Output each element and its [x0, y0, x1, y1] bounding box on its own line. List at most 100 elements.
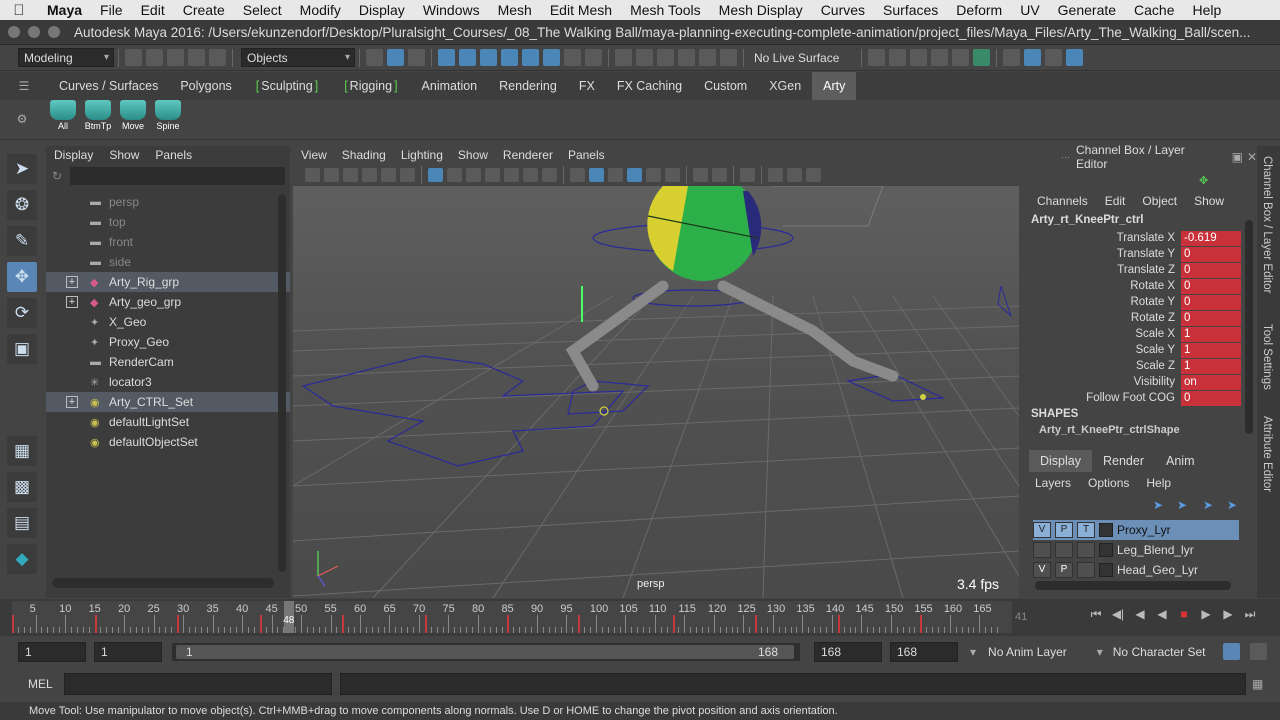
animation-preferences-icon[interactable]: [1250, 643, 1268, 660]
outliner-item[interactable]: ✳ locator3: [46, 372, 290, 392]
xray-active-icon[interactable]: [787, 168, 802, 182]
outliner-item[interactable]: ▬ RenderCam: [46, 352, 290, 372]
layer-toggle-p[interactable]: P: [1055, 522, 1073, 538]
outliner-item[interactable]: + ◆ Arty_geo_grp: [46, 292, 290, 312]
play-forwards-icon[interactable]: ▶: [1195, 607, 1217, 625]
shelf-tab-rendering[interactable]: Rendering: [488, 72, 568, 100]
step-back-key-icon[interactable]: ◀: [1129, 607, 1151, 625]
layer-tab-render[interactable]: Render: [1092, 450, 1155, 472]
layer-tab-anim[interactable]: Anim: [1155, 450, 1205, 472]
channel-value[interactable]: 0: [1181, 246, 1241, 262]
shelf-tab-xgen[interactable]: XGen: [758, 72, 812, 100]
paint-select-tool-icon[interactable]: ✎: [7, 226, 37, 256]
character-set-label[interactable]: No Character Set: [1113, 645, 1206, 659]
outliner-item[interactable]: ◉ defaultLightSet: [46, 412, 290, 432]
safe-title-icon[interactable]: [542, 168, 557, 182]
mac-menu-help[interactable]: Help: [1184, 2, 1231, 18]
mac-menu-file[interactable]: File: [91, 2, 132, 18]
outliner-item[interactable]: + ◆ Arty_Rig_grp: [46, 272, 290, 292]
shelf-tab-rigging[interactable]: [Rigging]: [331, 72, 410, 100]
screen-space-ao-icon[interactable]: [693, 168, 708, 182]
outliner-item[interactable]: ◉ defaultObjectSet: [46, 432, 290, 452]
channel-value[interactable]: on: [1181, 374, 1241, 390]
layer-row[interactable]: Leg_Blend_lyr: [1033, 540, 1239, 560]
channel-value[interactable]: 0: [1181, 278, 1241, 294]
outliner-menu-show[interactable]: Show: [109, 148, 139, 162]
channel-value[interactable]: 0: [1181, 262, 1241, 278]
mac-menu-select[interactable]: Select: [234, 2, 291, 18]
grid-icon[interactable]: [428, 168, 443, 182]
time-ruler[interactable]: 5 10 15 20 25 30 35 40 45 50 55 60 65 70 75 80 85 90 95 100…: [12, 601, 1012, 633]
motion-blur-icon[interactable]: [712, 168, 727, 182]
select-tool-icon[interactable]: ➤: [7, 154, 37, 184]
channel-row[interactable]: Translate Y 0: [1021, 246, 1257, 262]
mac-menu-generate[interactable]: Generate: [1049, 2, 1125, 18]
image-plane-icon[interactable]: [362, 168, 377, 182]
animation-end-field[interactable]: 168: [890, 641, 958, 662]
move-layer-up-icon[interactable]: ➤: [1153, 498, 1163, 512]
grease-pencil-icon[interactable]: [400, 168, 415, 182]
minimize-window-icon[interactable]: [28, 26, 40, 38]
channel-row[interactable]: Scale Z 1: [1021, 358, 1257, 374]
animation-start-field[interactable]: 1: [18, 641, 86, 662]
layer-color-swatch[interactable]: [1099, 543, 1113, 557]
outliner-item[interactable]: ✦ Proxy_Geo: [46, 332, 290, 352]
render-setup-icon[interactable]: [973, 49, 991, 66]
zoom-window-icon[interactable]: [48, 26, 60, 38]
channel-menu-object[interactable]: Object: [1142, 194, 1177, 208]
mode-dropdown[interactable]: Modeling: [18, 48, 114, 67]
snap-point-icon[interactable]: [657, 49, 674, 66]
layer-toggle-v[interactable]: V: [1033, 522, 1051, 538]
mask-deformers-icon[interactable]: [522, 49, 539, 66]
select-object-icon[interactable]: [387, 49, 404, 66]
mac-menu-edit-mesh[interactable]: Edit Mesh: [541, 2, 621, 18]
shelf-settings-icon[interactable]: ⚙: [0, 112, 44, 126]
mac-menu-mesh[interactable]: Mesh: [489, 2, 541, 18]
float-panel-icon[interactable]: ▣: [1232, 150, 1243, 164]
outliner-item[interactable]: ▬ persp: [46, 192, 290, 212]
safe-action-icon[interactable]: [523, 168, 538, 182]
new-layer-icon[interactable]: ➤: [1203, 498, 1213, 512]
four-view-layout-icon[interactable]: ▩: [7, 472, 37, 502]
close-panel-icon[interactable]: ✕: [1247, 150, 1257, 164]
mel-label[interactable]: MEL: [28, 677, 64, 691]
shelf-button-btmtp[interactable]: BtmTp: [82, 100, 114, 134]
xray-icon[interactable]: [627, 168, 642, 182]
outliner-layout-icon[interactable]: ▤: [7, 508, 37, 538]
toggle-panel-icon[interactable]: [1024, 49, 1042, 66]
step-forward-key-icon[interactable]: ▶: [1217, 607, 1239, 625]
channel-value[interactable]: 1: [1181, 326, 1241, 342]
channel-row[interactable]: Scale Y 1: [1021, 342, 1257, 358]
channel-row[interactable]: Visibility on: [1021, 374, 1257, 390]
channel-row[interactable]: Translate X -0.619: [1021, 230, 1257, 246]
app-menu[interactable]: Maya: [38, 2, 91, 18]
play-backwards-icon[interactable]: ◀: [1151, 607, 1173, 625]
mask-dynamics-icon[interactable]: [543, 49, 560, 66]
stop-icon[interactable]: ■: [1173, 607, 1195, 625]
hypershade-icon[interactable]: [952, 49, 970, 66]
character-set-dropdown-icon[interactable]: ▾: [1097, 645, 1103, 659]
shelf-tab-arty[interactable]: Arty: [812, 72, 857, 100]
snap-grid-icon[interactable]: [615, 49, 632, 66]
playback-start-field[interactable]: 1: [94, 641, 162, 662]
shelf-tab-polygons[interactable]: Polygons: [169, 72, 242, 100]
channel-value[interactable]: 0: [1181, 310, 1241, 326]
layer-toggle-t[interactable]: [1077, 542, 1095, 558]
live-surface-label[interactable]: No Live Surface: [754, 51, 839, 65]
shadows-icon[interactable]: [665, 168, 680, 182]
toggle-channel-box-icon[interactable]: [1066, 49, 1084, 66]
channel-value[interactable]: 0: [1181, 390, 1241, 406]
channel-row[interactable]: Scale X 1: [1021, 326, 1257, 342]
rotate-tool-icon[interactable]: ⟳: [7, 298, 37, 328]
layer-toggle-p[interactable]: P: [1055, 562, 1073, 578]
outliner-horizontal-scrollbar[interactable]: [52, 578, 274, 588]
drag-handle-icon[interactable]: ⋯: [1061, 152, 1070, 163]
panel-toggle-icon[interactable]: [806, 168, 821, 182]
bookmarks-icon[interactable]: [343, 168, 358, 182]
layer-menu-help[interactable]: Help: [1146, 476, 1171, 490]
layer-toggle-v[interactable]: [1033, 542, 1051, 558]
single-perspective-layout-icon[interactable]: ▦: [7, 436, 37, 466]
attribute-editor-side-tab[interactable]: Attribute Editor: [1261, 416, 1273, 492]
undo-icon[interactable]: [188, 49, 205, 66]
selection-mask-dropdown[interactable]: Objects: [241, 48, 355, 67]
